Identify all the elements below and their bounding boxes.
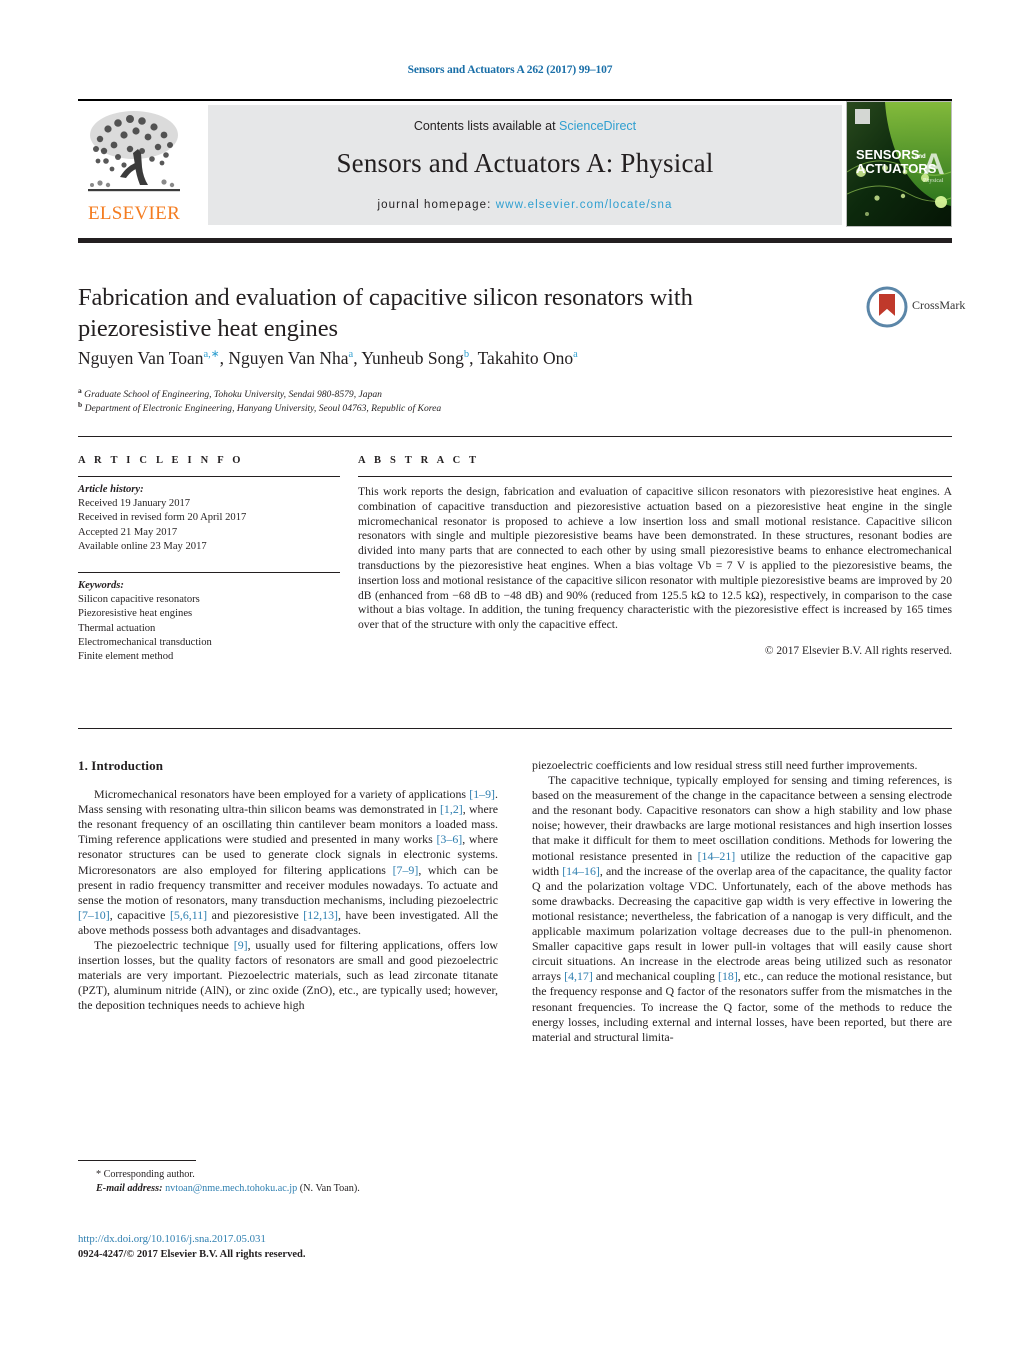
article-info-rule	[78, 476, 340, 477]
corresponding-author-note: * Corresponding author.	[78, 1168, 508, 1182]
keywords-rule	[78, 572, 340, 574]
keywords-block: Keywords: Silicon capacitive resonators …	[78, 579, 340, 664]
info-bottom-divider	[78, 728, 952, 729]
svg-text:A: A	[923, 148, 945, 181]
abstract-rule	[358, 476, 952, 477]
corresponding-text: Corresponding author.	[103, 1169, 195, 1180]
footnote-block: * Corresponding author. E-mail address: …	[78, 1168, 508, 1196]
contents-prefix: Contents lists available at	[413, 119, 560, 133]
article-info-column: A R T I C L E I N F O Article history: R…	[78, 455, 340, 664]
article-info-heading: A R T I C L E I N F O	[78, 455, 244, 466]
homepage-prefix: journal homepage:	[377, 199, 496, 211]
svg-text:Physical: Physical	[923, 178, 944, 184]
affiliation-b-marker: b	[78, 400, 83, 409]
body-paragraph: Micromechanical resonators have been emp…	[78, 787, 498, 937]
keyword-item: Piezoresistive heat engines	[78, 608, 193, 620]
author-list: Nguyen Van Toana,∗, Nguyen Van Nhaa, Yun…	[78, 348, 938, 369]
keywords-label: Keywords:	[78, 580, 124, 592]
journal-homepage-line: journal homepage: www.elsevier.com/locat…	[208, 199, 842, 211]
paper-page: Sensors and Actuators A 262 (2017) 99–10…	[0, 0, 1020, 1351]
keyword-item: Finite element method	[78, 651, 174, 663]
citation-ref[interactable]: [12,13]	[303, 908, 338, 922]
elsevier-logo: ELSEVIER	[78, 105, 190, 225]
history-item: Received in revised form 20 April 2017	[78, 512, 247, 524]
citation-ref[interactable]: [1,2]	[440, 802, 463, 816]
body-column-right: piezoelectric coefficients and low resid…	[532, 758, 952, 1045]
citation-ref[interactable]: [4,17]	[564, 969, 593, 983]
email-link[interactable]: nvtoan@nme.mech.tohoku.ac.jp	[165, 1183, 297, 1194]
citation-ref[interactable]: [14–16]	[562, 864, 600, 878]
email-note: E-mail address: nvtoan@nme.mech.tohoku.a…	[78, 1182, 508, 1196]
article-history-block: Article history: Received 19 January 201…	[78, 483, 340, 554]
elsevier-wordmark: ELSEVIER	[87, 203, 181, 224]
citation-ref[interactable]: [7–10]	[78, 908, 110, 922]
body-paragraph: The capacitive technique, typically empl…	[532, 773, 952, 1044]
journal-cover-art: SENSORS and ACTUATORS A Physical	[847, 102, 951, 226]
journal-cover-thumbnail: SENSORS and ACTUATORS A Physical	[846, 101, 952, 227]
citation-ref[interactable]: [9]	[234, 938, 248, 952]
corresponding-marker: *	[96, 1169, 102, 1180]
crossmark-badge[interactable]: CrossMark	[866, 286, 966, 330]
body-paragraph: The piezoelectric technique [9], usually…	[78, 938, 499, 1013]
abstract-copyright: © 2017 Elsevier B.V. All rights reserved…	[764, 644, 952, 657]
keyword-item: Thermal actuation	[78, 622, 156, 634]
doi-link[interactable]: http://dx.doi.org/10.1016/j.sna.2017.05.…	[78, 1232, 518, 1247]
doi-block: http://dx.doi.org/10.1016/j.sna.2017.05.…	[78, 1232, 518, 1262]
body-column-left: 1. Introduction Micromechanical resonato…	[78, 758, 498, 1014]
footnote-divider	[78, 1160, 196, 1161]
issn-copyright-line: 0924-4247/© 2017 Elsevier B.V. All right…	[78, 1249, 306, 1260]
citation-ref[interactable]: [7–9]	[393, 863, 419, 877]
contents-line: Contents lists available at ScienceDirec…	[208, 119, 842, 133]
history-item: Received 19 January 2017	[78, 498, 191, 510]
sciencedirect-link[interactable]: ScienceDirect	[559, 119, 636, 133]
journal-masthead: ELSEVIER Contents lists available at Sci…	[78, 99, 952, 227]
affiliation-a-marker: a	[78, 386, 82, 395]
crossmark-icon	[866, 286, 908, 328]
abstract-body: This work reports the design, fabricatio…	[358, 485, 952, 632]
citation-ref[interactable]: [3–6]	[436, 832, 462, 846]
keyword-item: Silicon capacitive resonators	[78, 594, 200, 606]
info-top-divider	[78, 436, 952, 437]
history-item: Accepted 21 May 2017	[78, 526, 178, 538]
affiliation-b: b Department of Electronic Engineering, …	[78, 398, 678, 415]
homepage-url-link[interactable]: www.elsevier.com/locate/sna	[496, 199, 673, 211]
journal-banner: Contents lists available at ScienceDirec…	[208, 105, 842, 225]
history-item: Available online 23 May 2017	[78, 540, 207, 552]
keyword-item: Electromechanical transduction	[78, 636, 212, 648]
svg-text:SENSORS: SENSORS	[856, 147, 920, 162]
title-divider	[78, 238, 952, 243]
email-owner: (N. Van Toan).	[299, 1183, 360, 1194]
crossmark-label: CrossMark	[912, 298, 966, 312]
authors-text: Nguyen Van Toana,∗, Nguyen Van Nhaa, Yun…	[78, 348, 578, 368]
elsevier-tree-icon	[88, 111, 180, 192]
affiliation-b-text: Department of Electronic Engineering, Ha…	[84, 403, 442, 415]
citation-ref[interactable]: [14–21]	[698, 849, 736, 863]
citation-ref[interactable]: [5,6,11]	[170, 908, 207, 922]
journal-title: Sensors and Actuators A: Physical	[336, 148, 714, 178]
abstract-heading: A B S T R A C T	[358, 455, 480, 466]
running-head: Sensors and Actuators A 262 (2017) 99–10…	[407, 64, 613, 76]
page-title: Fabrication and evaluation of capacitive…	[78, 284, 693, 342]
abstract-column: A B S T R A C T This work reports the de…	[358, 455, 952, 657]
email-label: E-mail address:	[96, 1183, 163, 1194]
citation-ref[interactable]: [18]	[718, 969, 738, 983]
article-history-label: Article history:	[78, 484, 144, 495]
citation-ref[interactable]: [1–9]	[469, 787, 495, 801]
section-heading-introduction: 1. Introduction	[78, 758, 164, 773]
body-paragraph: piezoelectric coefficients and low resid…	[532, 758, 918, 772]
